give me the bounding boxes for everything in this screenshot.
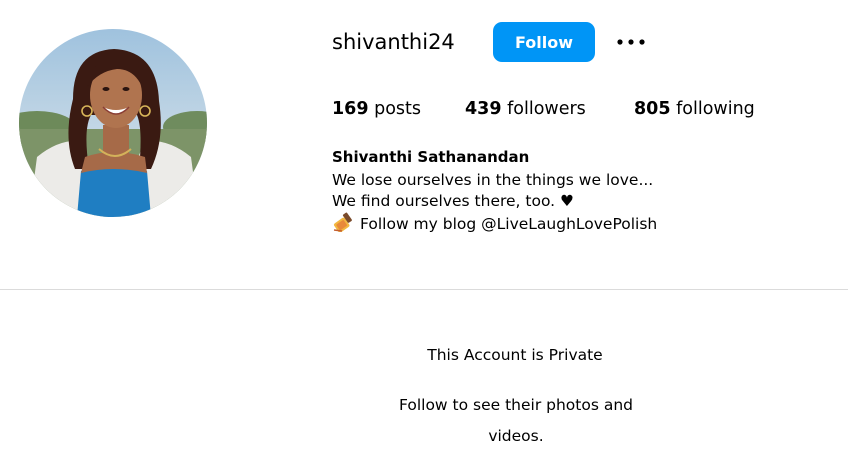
followers-label: followers: [507, 99, 586, 119]
bio-line: We lose ourselves in the things we love.…: [332, 171, 654, 189]
profile-avatar[interactable]: [19, 29, 207, 217]
section-divider: [0, 289, 848, 290]
private-account-title: This Account is Private: [427, 346, 603, 364]
posts-count: 169: [332, 99, 369, 119]
profile-username: shivanthi24: [332, 30, 455, 54]
posts-stat: 169 posts: [332, 97, 421, 121]
more-options-icon: [617, 39, 645, 45]
avatar-photo: [19, 29, 207, 217]
followers-count: 439: [465, 99, 502, 119]
blog-link[interactable]: Follow my blog @LiveLaughLovePolish: [360, 215, 657, 233]
bio-line: Follow my blog @LiveLaughLovePolish: [332, 212, 657, 235]
bio-line: We find ourselves there, too. ♥: [332, 192, 574, 210]
posts-label: posts: [374, 99, 422, 119]
follow-button[interactable]: Follow: [493, 22, 595, 62]
following-label: following: [676, 99, 755, 119]
following-count: 805: [634, 99, 671, 119]
private-account-subtitle: Follow to see their photos and videos.: [398, 396, 634, 445]
more-options-button[interactable]: [612, 26, 650, 58]
profile-full-name: Shivanthi Sathanandan: [332, 148, 530, 166]
nail-polish-icon: [332, 212, 354, 232]
followers-stat[interactable]: 439 followers: [465, 97, 586, 121]
following-stat[interactable]: 805 following: [634, 97, 755, 121]
